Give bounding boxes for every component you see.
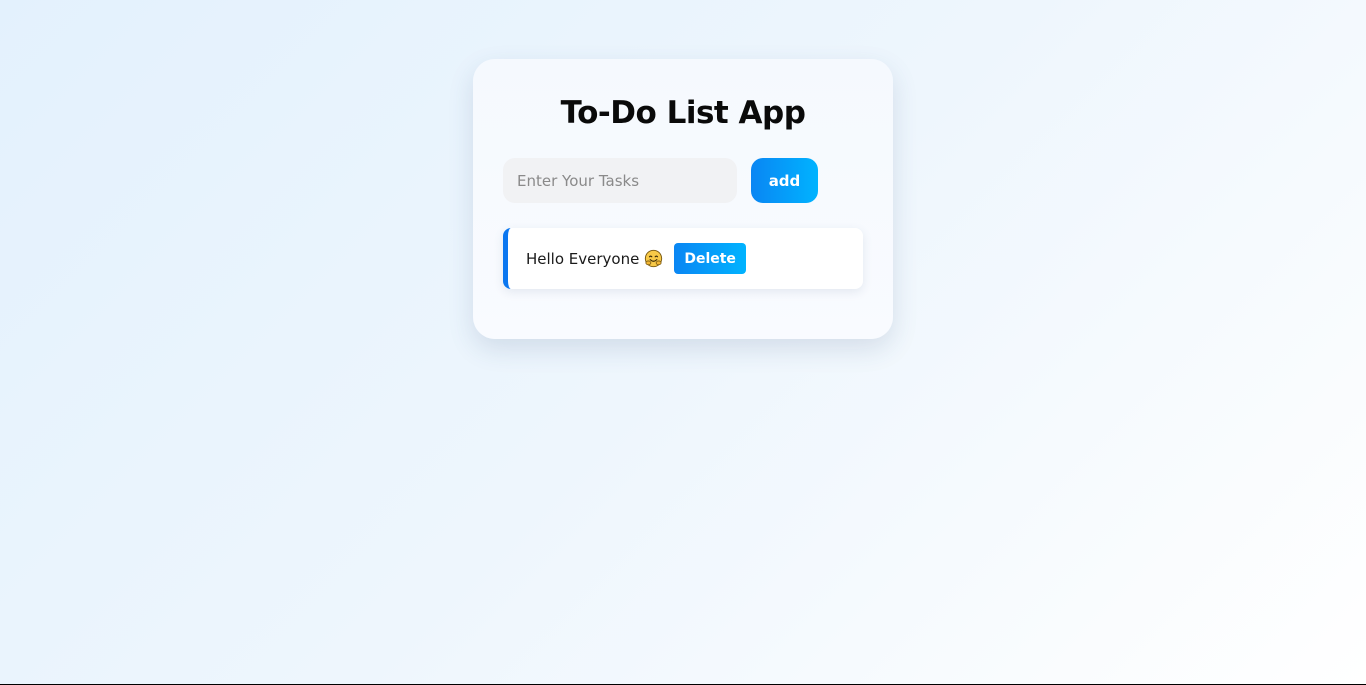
hugging-face-emoji-icon [644,249,663,268]
task-list: Hello Everyone Delete [503,228,863,289]
delete-button[interactable]: Delete [674,243,746,274]
task-input[interactable] [503,158,737,203]
task-text: Hello Everyone [526,249,640,268]
page-title: To-Do List App [560,95,806,131]
add-button[interactable]: add [751,158,818,203]
todo-card: To-Do List App add Hello Everyone Delete [473,59,893,339]
list-item: Hello Everyone Delete [503,228,863,289]
